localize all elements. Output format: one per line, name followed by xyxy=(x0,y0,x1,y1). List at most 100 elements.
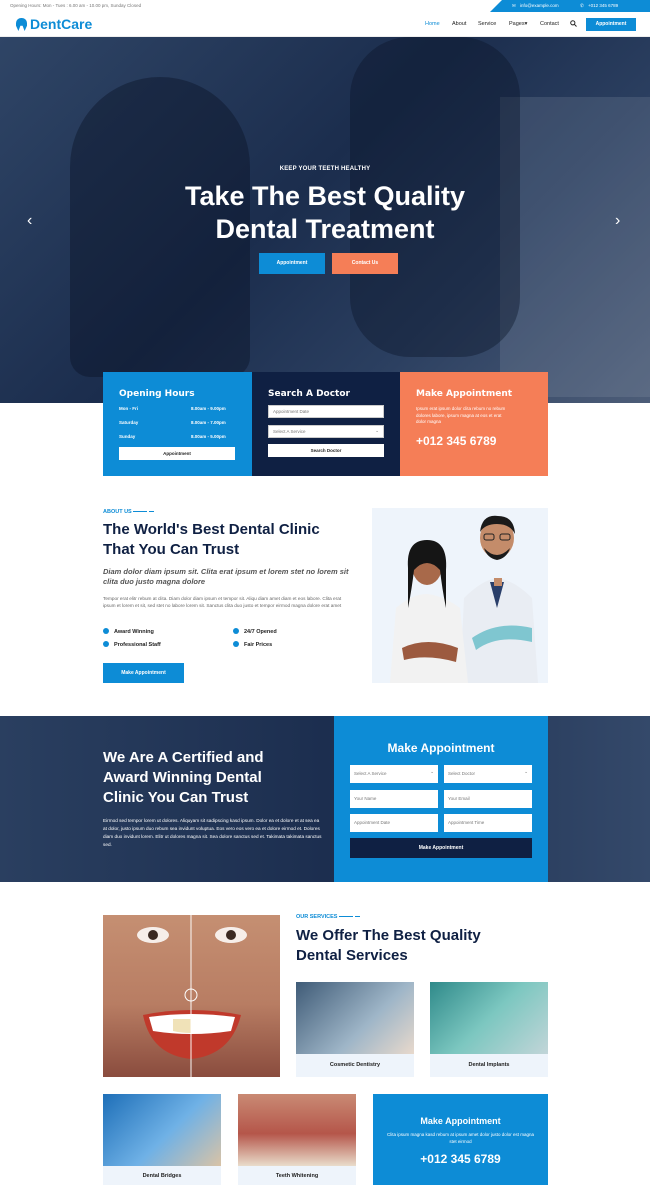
about-label-text: ABOUT US xyxy=(103,509,132,515)
hours-time: 8.00am - 9.00pm xyxy=(191,406,226,411)
logo-text: DentCare xyxy=(30,16,93,32)
check-circle-icon xyxy=(103,641,109,647)
feature-item: Professional Staff xyxy=(103,641,161,648)
form-make-appointment-button[interactable]: Make Appointment xyxy=(350,838,532,858)
hours-day: Saturday xyxy=(119,420,139,425)
service-card-title: Cosmetic Dentistry xyxy=(329,1062,381,1068)
check-circle-icon xyxy=(233,641,239,647)
hours-time: 8.00am - 7.00pm xyxy=(191,420,226,425)
appointment-form-title: Make Appointment xyxy=(387,741,495,755)
nav-service[interactable]: Service xyxy=(478,21,496,27)
phone-link[interactable]: +012 345 6789 xyxy=(588,3,618,8)
appointment-date-input[interactable]: Appointment Date xyxy=(350,814,438,832)
service-card-title: Dental Implants xyxy=(468,1062,510,1068)
feature-label: Professional Staff xyxy=(114,642,161,648)
make-appointment-text: Ipsum erat ipsum dolor clita rebum no re… xyxy=(416,406,506,424)
carousel-next-icon[interactable]: › xyxy=(615,212,620,230)
label-line xyxy=(133,510,148,513)
certified-title-line1: We Are A Certified and xyxy=(103,749,264,766)
chevron-down-icon: ▾ xyxy=(524,21,528,27)
email-link[interactable]: info@example.com xyxy=(520,3,559,8)
opening-hours-title: Opening Hours xyxy=(119,389,195,399)
dental-bridges-image xyxy=(103,1094,221,1166)
about-paragraph: Tempor erat elitr rebum at clita. Diam d… xyxy=(103,596,342,608)
hero-contact-button[interactable]: Contact Us xyxy=(332,253,398,274)
about-label: ABOUT US xyxy=(103,509,154,515)
services-title-line1: We Offer The Best Quality xyxy=(296,927,481,944)
nav-home[interactable]: Home xyxy=(425,21,440,27)
carousel-prev-icon[interactable]: ‹ xyxy=(27,212,32,230)
service-card[interactable]: Dental Bridges xyxy=(103,1094,221,1185)
make-appointment-phone[interactable]: +012 345 6789 xyxy=(416,434,496,448)
hours-day: Sunday xyxy=(119,434,136,439)
page: Opening Hours: Mon - Tues : 6.00 am - 10… xyxy=(0,0,650,1185)
hours-row: Saturday 8.00am - 7.00pm xyxy=(119,420,235,425)
smile-illustration xyxy=(137,915,247,1077)
search-doctor-card: Search A Doctor Appointment Date Select … xyxy=(252,372,400,476)
about-title: The World's Best Dental Clinic That You … xyxy=(103,520,353,560)
label-line xyxy=(354,915,360,918)
hours-row: Mon - Fri 8.00am - 9.00pm xyxy=(119,406,235,411)
service-card[interactable]: Dental Implants xyxy=(430,982,548,1077)
service-card[interactable]: Teeth Whitening xyxy=(238,1094,356,1185)
service-select-value: Select A Service xyxy=(354,771,387,776)
search-doctor-title: Search A Doctor xyxy=(268,389,350,399)
nav-pages[interactable]: Pages▾ xyxy=(509,21,527,27)
logo[interactable]: DentCare xyxy=(16,16,92,32)
appointment-date-input[interactable]: Appointment Date xyxy=(268,405,384,418)
cosmetic-dentistry-image xyxy=(296,982,414,1054)
feature-item: Award Winning xyxy=(103,628,154,635)
service-card-title: Teeth Whitening xyxy=(275,1173,319,1179)
navbar: DentCare Home About Service Pages▾ Conta… xyxy=(0,12,650,37)
about-title-line2: That You Can Trust xyxy=(103,541,240,558)
certified-title: We Are A Certified and Award Winning Den… xyxy=(103,748,323,808)
make-appointment-card: Make Appointment Ipsum erat ipsum dolor … xyxy=(400,372,548,476)
services-appointment-box: Make Appointment Clita ipsum magna kasd … xyxy=(373,1094,548,1185)
search-icon[interactable] xyxy=(570,20,577,27)
check-circle-icon xyxy=(233,628,239,634)
doctors-photo xyxy=(372,508,548,683)
service-card-title: Dental Bridges xyxy=(142,1173,182,1179)
hours-appointment-button[interactable]: Appointment xyxy=(119,447,235,460)
nav-about[interactable]: About xyxy=(452,21,466,27)
feature-item: Fair Prices xyxy=(233,641,272,648)
tooth-icon xyxy=(16,18,27,31)
doctor-select-value: Select Doctor xyxy=(448,771,476,776)
services-appointment-phone[interactable]: +012 345 6789 xyxy=(373,1152,548,1166)
doctor-select[interactable]: Select Doctor ⌄ xyxy=(444,765,532,783)
email-input[interactable]: Your Email xyxy=(444,790,532,808)
nav-contact[interactable]: Contact xyxy=(540,21,559,27)
opening-hours-text: Opening Hours: Mon - Tues : 6.00 am - 10… xyxy=(10,3,142,8)
hours-row: Sunday 8.00am - 5.00pm xyxy=(119,434,235,439)
dental-implants-image xyxy=(430,982,548,1054)
hero-kicker: KEEP YOUR TEETH HEALTHY xyxy=(279,166,371,172)
top-bar-contact: ✉ info@example.com ✆ +012 345 6789 xyxy=(490,0,650,12)
smile-before-after-image xyxy=(103,915,280,1077)
hero-title: Take The Best Quality Dental Treatment xyxy=(0,180,650,246)
service-card[interactable]: Cosmetic Dentistry xyxy=(296,982,414,1077)
nav-appointment-button[interactable]: Appointment xyxy=(586,18,636,31)
name-input[interactable]: Your Name xyxy=(350,790,438,808)
services-appointment-text: Clita ipsum magna kasd rebum at ipsum am… xyxy=(386,1132,535,1144)
hero-carousel: KEEP YOUR TEETH HEALTHY Take The Best Qu… xyxy=(0,37,650,403)
make-appointment-title: Make Appointment xyxy=(416,389,513,399)
hours-day: Mon - Fri xyxy=(119,406,138,411)
certified-title-line3: Clinic You Can Trust xyxy=(103,789,249,806)
hero-bg-shape xyxy=(500,97,650,397)
hero-title-line2: Dental Treatment xyxy=(215,214,435,244)
search-doctor-button[interactable]: Search Doctor xyxy=(268,444,384,457)
hero-appointment-button[interactable]: Appointment xyxy=(259,253,325,274)
service-select[interactable]: Select A Service ⌄ xyxy=(350,765,438,783)
chevron-down-icon: ⌄ xyxy=(430,769,434,774)
service-select[interactable]: Select A Service ⌄ xyxy=(268,425,384,438)
services-label: OUR SERVICES xyxy=(296,914,360,920)
label-line xyxy=(339,915,353,918)
envelope-icon: ✉ xyxy=(512,3,516,8)
phone-icon: ✆ xyxy=(580,3,584,8)
services-title: We Offer The Best Quality Dental Service… xyxy=(296,926,546,966)
appointment-form: Make Appointment Select A Service ⌄ Selec… xyxy=(334,716,548,882)
service-select-value: Select A Service xyxy=(273,429,306,434)
chevron-down-icon: ⌄ xyxy=(375,428,379,433)
about-make-appointment-button[interactable]: Make Appointment xyxy=(103,663,184,683)
appointment-time-input[interactable]: Appointment Time xyxy=(444,814,532,832)
